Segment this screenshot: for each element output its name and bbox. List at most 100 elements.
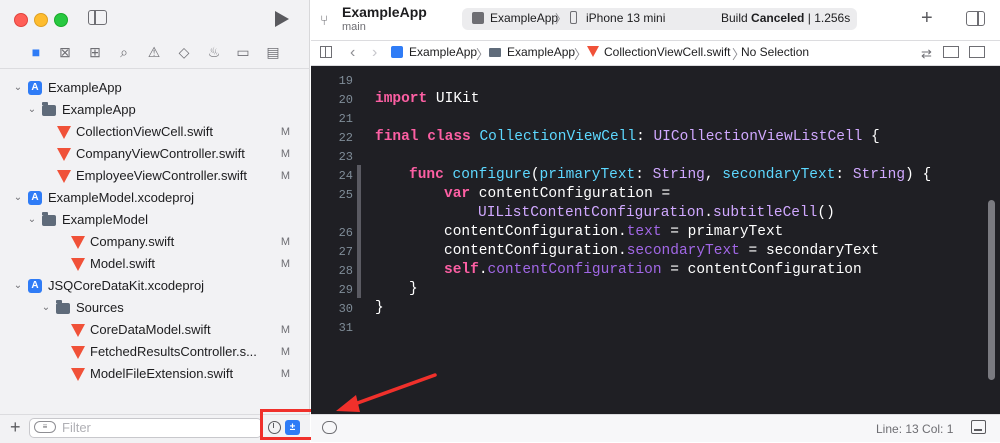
tree-item-fetchedresultscontroller[interactable]: FetchedResultsController.s... M <box>0 341 310 363</box>
folder-icon <box>489 48 501 57</box>
xcode-project-icon <box>391 46 403 58</box>
code-line-30: } <box>375 300 384 316</box>
test-navigator-diamond-icon[interactable]: ◇ <box>176 44 192 60</box>
declaration-token: CollectionViewCell <box>479 129 637 145</box>
issue-navigator-warning-icon[interactable]: ⚠ <box>146 44 162 60</box>
code-line-20: import UIKit <box>375 91 479 107</box>
breadcrumb-selection[interactable]: No Selection <box>741 45 809 59</box>
line-number: 27 <box>338 245 353 259</box>
minimize-window-button[interactable] <box>34 13 48 27</box>
code-line-24: func configure(primaryText: String, seco… <box>409 167 931 183</box>
project-title: ExampleApp <box>342 4 427 20</box>
code-token: . <box>704 205 713 221</box>
modified-badge: M <box>280 368 290 380</box>
filter-options-icon[interactable]: ≡ <box>34 421 56 433</box>
run-play-icon[interactable] <box>275 11 289 27</box>
modified-badge: M <box>280 346 290 358</box>
line-number: 23 <box>338 150 353 164</box>
chevron-down-icon[interactable]: ⌄ <box>27 209 37 231</box>
chevron-down-icon[interactable]: ⌄ <box>41 297 51 319</box>
code-fold-ribbon[interactable] <box>357 165 361 298</box>
tree-item-employeeviewcontroller[interactable]: EmployeeViewController.swift M <box>0 165 310 187</box>
build-separator: | <box>807 11 811 25</box>
breakpoint-navigator-icon[interactable]: ▭ <box>235 44 251 60</box>
editor-scrollbar[interactable] <box>988 200 995 380</box>
breadcrumb-project[interactable]: ExampleApp <box>409 45 477 59</box>
declaration-token: secondaryText <box>722 167 836 183</box>
run-destination-selector[interactable]: iPhone 13 mini <box>586 11 665 25</box>
tree-item-label: EmployeeViewController.swift <box>76 168 247 183</box>
swift-file-icon <box>71 324 85 337</box>
debug-panel-icon[interactable] <box>971 420 986 434</box>
tree-item-label: ModelFileExtension.swift <box>90 366 234 381</box>
editor-options-icon[interactable] <box>943 46 959 58</box>
tree-item-company[interactable]: Company.swift M <box>0 231 310 253</box>
tree-item-modelfileextension[interactable]: ModelFileExtension.swift M <box>0 363 310 385</box>
tree-item-examplemodel-project[interactable]: ⌄ ExampleModel.xcodeproj <box>0 187 310 209</box>
code-token: : <box>636 129 654 145</box>
type-token: subtitleCell <box>712 205 818 221</box>
navigate-back-chevron-icon[interactable]: ‹ <box>350 44 355 62</box>
chevron-down-icon[interactable]: ⌄ <box>13 187 23 209</box>
chevron-down-icon[interactable]: ⌄ <box>27 99 37 121</box>
keyword-token: import <box>375 91 428 107</box>
related-items-grid-icon[interactable] <box>320 46 332 58</box>
swift-file-icon <box>71 368 85 381</box>
breadcrumb-folder[interactable]: ExampleApp <box>507 45 575 59</box>
build-status-value: Canceled <box>751 11 805 25</box>
tree-item-companyviewcontroller[interactable]: CompanyViewController.swift M <box>0 143 310 165</box>
line-number: 30 <box>338 302 353 316</box>
code-editor[interactable] <box>311 66 1000 414</box>
tree-item-exampleapp-project[interactable]: ⌄ ExampleApp <box>0 77 310 99</box>
debug-area-toggle-icon[interactable] <box>322 421 337 434</box>
line-number: 31 <box>338 321 353 335</box>
branch-icon: ⑂ <box>320 12 329 28</box>
tree-item-model[interactable]: Model.swift M <box>0 253 310 275</box>
chevron-down-icon[interactable]: ⌄ <box>13 77 23 99</box>
code-token: . <box>478 262 488 278</box>
project-navigator-folder-icon[interactable]: ■ <box>28 44 44 60</box>
debug-navigator-spray-icon[interactable]: ♨ <box>206 44 222 60</box>
find-navigator-search-icon[interactable]: ⌕ <box>116 44 132 60</box>
source-control-navigator-icon[interactable]: ⊠ <box>57 44 73 60</box>
type-token: String <box>852 167 906 183</box>
close-window-button[interactable] <box>14 13 28 27</box>
zoom-window-button[interactable] <box>54 13 68 27</box>
split-editor-icon[interactable] <box>969 46 985 58</box>
tree-item-label: ExampleApp <box>48 80 122 95</box>
tree-item-exampleapp-folder[interactable]: ⌄ ExampleApp <box>0 99 310 121</box>
tree-item-coredatamodel[interactable]: CoreDataModel.swift M <box>0 319 310 341</box>
swift-file-icon <box>71 236 85 249</box>
chevron-down-icon[interactable]: ⌄ <box>13 275 23 297</box>
report-navigator-chat-icon[interactable]: ▤ <box>265 44 281 60</box>
property-token: text <box>626 224 662 240</box>
code-token: ( <box>530 167 540 183</box>
sidebar-toggle-icon[interactable] <box>88 10 107 25</box>
breadcrumb-file[interactable]: CollectionViewCell.swift <box>604 45 731 59</box>
symbol-navigator-icon[interactable]: ⊞ <box>87 44 103 60</box>
tree-item-examplemodel-folder[interactable]: ⌄ ExampleModel <box>0 209 310 231</box>
modified-badge: M <box>280 126 290 138</box>
library-add-button[interactable]: + <box>921 7 933 30</box>
swift-file-icon <box>57 148 71 161</box>
property-token: contentConfiguration <box>487 262 662 278</box>
swift-file-icon <box>71 258 85 271</box>
code-token: = contentConfiguration <box>661 262 862 278</box>
tree-item-jsqcoredatakit-project[interactable]: ⌄ JSQCoreDataKit.xcodeproj <box>0 275 310 297</box>
line-number: 22 <box>338 131 353 145</box>
swift-file-icon <box>587 46 599 57</box>
breadcrumb-chevron-icon: 〉 <box>574 47 588 62</box>
type-token: String <box>652 167 705 183</box>
code-token: contentConfiguration. <box>444 243 627 259</box>
declaration-token: primaryText <box>539 167 636 183</box>
tree-item-collectionviewcell[interactable]: CollectionViewCell.swift M <box>0 121 310 143</box>
navigate-forward-chevron-icon[interactable]: › <box>372 44 377 62</box>
swap-arrows-icon[interactable]: ⇄ <box>921 46 932 62</box>
inspector-toggle-icon[interactable] <box>966 11 985 26</box>
line-number: 19 <box>338 74 353 88</box>
keyword-token: func <box>409 167 444 183</box>
tree-item-sources-folder[interactable]: ⌄ Sources <box>0 297 310 319</box>
scheme-selector[interactable]: ExampleApp <box>490 11 558 25</box>
add-file-button[interactable]: + <box>10 418 21 436</box>
annotation-arrow <box>336 373 437 412</box>
